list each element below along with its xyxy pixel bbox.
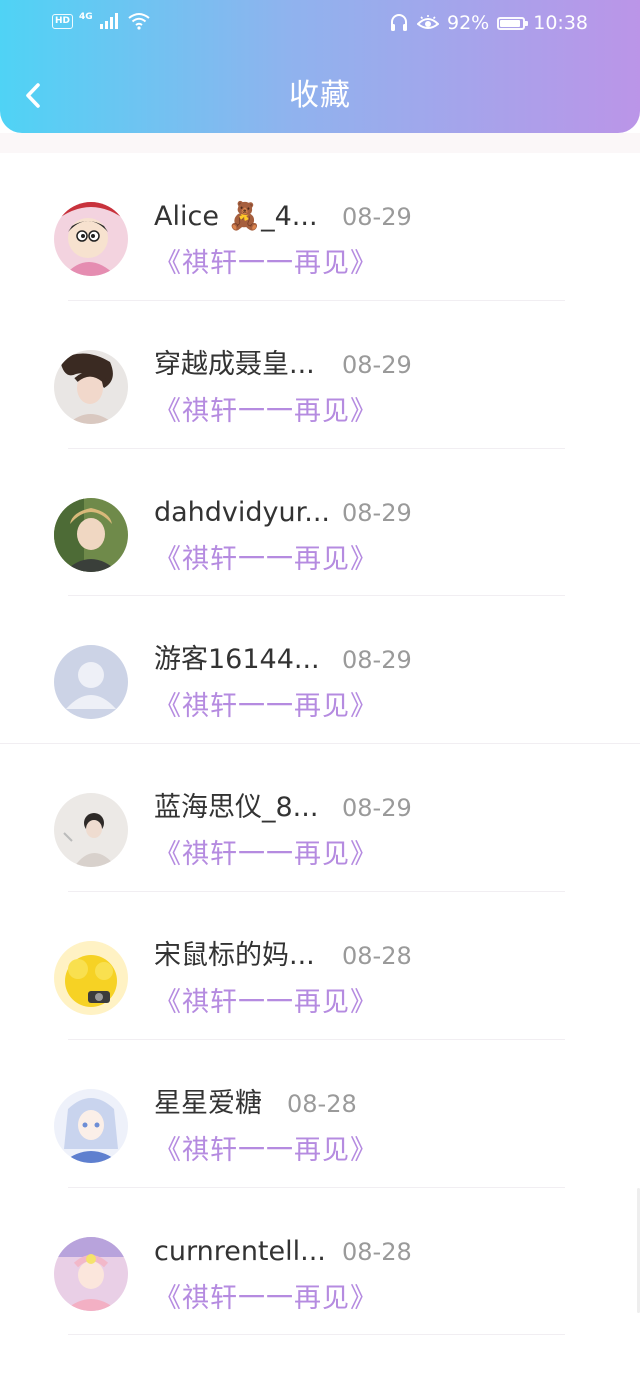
- status-right: 92% 10:38: [389, 12, 588, 34]
- user-name: 宋鼠标的妈...: [154, 939, 315, 971]
- battery-percent: 92%: [447, 12, 490, 34]
- signal-icon: [99, 13, 118, 29]
- work-title: 《祺轩一一再见》: [154, 395, 378, 427]
- list-item[interactable]: Alice 🧸_4... 08-29 《祺轩一一再见》: [0, 153, 640, 301]
- list-item[interactable]: 宋鼠标的妈... 08-28 《祺轩一一再见》: [0, 892, 640, 1040]
- work-title: 《祺轩一一再见》: [154, 691, 378, 723]
- favorite-date: 08-29: [342, 350, 412, 379]
- battery-fill: [500, 19, 521, 27]
- hd-badge: HD: [52, 13, 74, 29]
- user-name: dahdvidyur...: [154, 496, 331, 528]
- list-item[interactable]: 穿越成聂皇... 08-29 《祺轩一一再见》: [0, 301, 640, 449]
- avatar: [54, 1088, 128, 1163]
- work-title: 《祺轩一一再见》: [154, 839, 378, 871]
- favorite-date: 08-29: [342, 646, 412, 675]
- favorite-date: 08-29: [342, 794, 412, 823]
- favorite-date: 08-28: [342, 941, 412, 970]
- page-title: 收藏: [289, 78, 351, 113]
- user-name: 蓝海思仪_8...: [154, 792, 319, 824]
- work-title: 《祺轩一一再见》: [154, 1282, 378, 1314]
- list-item[interactable]: 游客16144... 08-29 《祺轩一一再见》: [0, 596, 640, 745]
- work-title: 《祺轩一一再见》: [154, 1134, 378, 1166]
- work-title: 《祺轩一一再见》: [154, 248, 378, 279]
- eye-comfort-icon: [417, 15, 439, 29]
- user-name: 游客16144...: [154, 644, 320, 676]
- avatar: [54, 497, 128, 572]
- status-left: HD 4G: [52, 12, 151, 30]
- favorites-list: Alice 🧸_4... 08-29 《祺轩一一再见》 穿越成聂皇... 08-…: [0, 153, 640, 1336]
- status-bar: HD 4G 92% 10:38: [0, 0, 640, 48]
- divider: [68, 1334, 565, 1336]
- favorite-date: 08-28: [287, 1089, 357, 1118]
- network-type: 4G: [79, 11, 93, 22]
- favorite-date: 08-29: [342, 498, 412, 527]
- wifi-icon: [128, 13, 150, 30]
- work-title: 《祺轩一一再见》: [154, 986, 378, 1018]
- favorite-date: 08-28: [342, 1237, 412, 1266]
- favorite-date: 08-29: [342, 203, 412, 231]
- header-spacer: [0, 133, 640, 153]
- list-item[interactable]: 蓝海思仪_8... 08-29 《祺轩一一再见》: [0, 744, 640, 892]
- work-title: 《祺轩一一再见》: [154, 543, 378, 575]
- list-item[interactable]: curnrentell... 08-28 《祺轩一一再见》: [0, 1188, 640, 1336]
- avatar: [54, 349, 128, 424]
- avatar: [54, 645, 128, 720]
- avatar: [54, 940, 128, 1015]
- clock: 10:38: [533, 12, 588, 34]
- avatar: [54, 1236, 128, 1311]
- list-item[interactable]: 星星爱糖 08-28 《祺轩一一再见》: [0, 1040, 640, 1188]
- user-name: curnrentell...: [154, 1235, 326, 1267]
- user-name: 穿越成聂皇...: [154, 348, 315, 380]
- app-header: HD 4G 92% 10:38 收藏: [0, 0, 640, 133]
- avatar: [54, 202, 128, 276]
- avatar: [54, 793, 128, 868]
- headphones-icon: [391, 14, 407, 31]
- user-name: 星星爱糖: [154, 1087, 262, 1119]
- list-item[interactable]: dahdvidyur... 08-29 《祺轩一一再见》: [0, 449, 640, 597]
- battery-icon: [497, 16, 529, 30]
- user-name: Alice 🧸_4...: [154, 201, 318, 232]
